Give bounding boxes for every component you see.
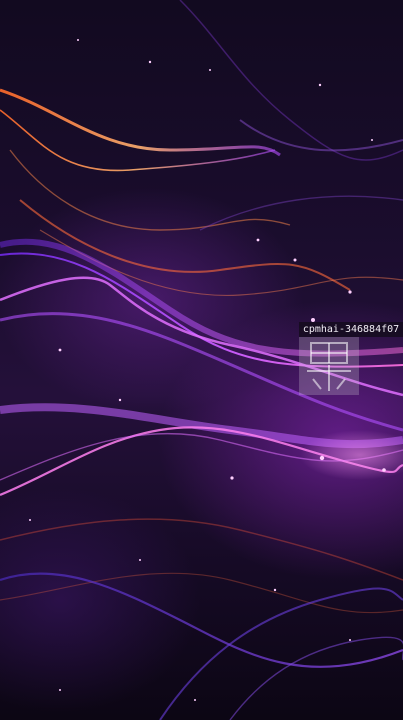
watermark: cpmhai-346884f07	[299, 322, 403, 398]
wallpaper-canvas: cpmhai-346884f07	[0, 0, 403, 720]
watermark-logo-icon	[299, 337, 359, 395]
watermark-id-label: cpmhai-346884f07	[299, 322, 403, 337]
